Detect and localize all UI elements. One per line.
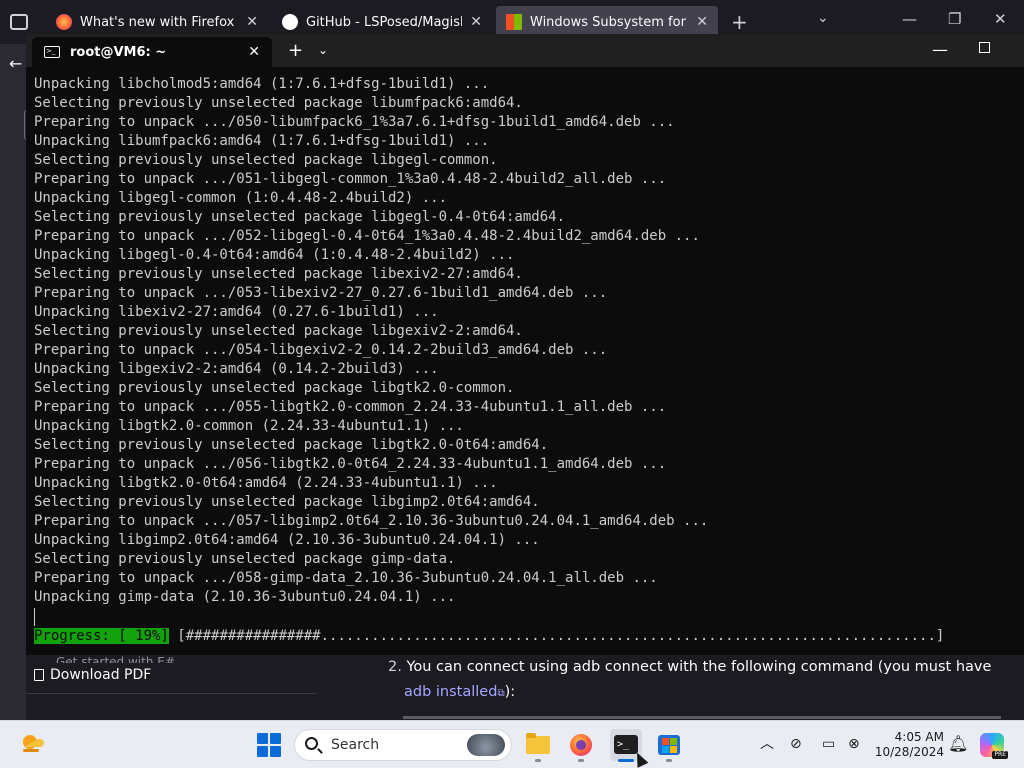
list-tabs-chevron-icon[interactable]: ⌄	[817, 10, 829, 26]
new-tab-icon[interactable]: +	[288, 40, 303, 61]
adb-installed-link[interactable]: adb installed	[404, 684, 497, 700]
maximize-icon[interactable]	[979, 42, 990, 53]
minimize-icon[interactable]: —	[902, 10, 917, 28]
terminal-line: Preparing to unpack .../053-libexiv2-27_…	[34, 285, 608, 301]
instruction-step: 2. You can connect using adb connect wit…	[388, 655, 1008, 706]
terminal-line: Selecting previously unselected package …	[34, 551, 456, 567]
terminal-line: Unpacking libgimp2.0t64:amd64 (2.10.36-3…	[34, 532, 540, 548]
microsoft-store-button[interactable]	[653, 729, 685, 762]
step-number: 2.	[388, 659, 402, 675]
weather-widget-icon[interactable]	[18, 731, 46, 757]
file-explorer-button[interactable]	[522, 729, 554, 762]
terminal-icon: >_	[44, 46, 60, 58]
show-hidden-icons-chevron-icon[interactable]: ︿	[760, 733, 774, 753]
terminal-line: Selecting previously unselected package …	[34, 209, 566, 225]
close-icon[interactable]: ✕	[696, 14, 708, 30]
volume-muted-icon[interactable]: ⊗	[848, 736, 860, 752]
external-link-icon: ⧉	[497, 688, 505, 699]
web-page-content: Get started with E# Download PDF 2. You …	[26, 655, 1024, 720]
terminal-window: >_ root@VM6: ~ ✕ + ⌄ — Unpacking libchol…	[26, 34, 1024, 655]
terminal-line: Preparing to unpack .../051-libgegl-comm…	[34, 171, 667, 187]
clock[interactable]: 4:05 AM 10/28/2024	[872, 730, 944, 760]
terminal-line: Selecting previously unselected package …	[34, 152, 498, 168]
search-box[interactable]: Search	[294, 729, 512, 761]
terminal-line: Selecting previously unselected package …	[34, 494, 540, 510]
terminal-line: Selecting previously unselected package …	[34, 95, 523, 111]
copilot-badge: PRE	[992, 751, 1008, 759]
terminal-output[interactable]: Unpacking libcholmod5:amd64 (1:7.6.1+dfs…	[34, 75, 1024, 653]
terminal-cursor	[34, 608, 35, 626]
terminal-line: Unpacking gimp-data (2.10.36-3ubuntu0.24…	[34, 589, 456, 605]
terminal-line: Unpacking libgtk2.0-0t64:amd64 (2.24.33-…	[34, 475, 498, 491]
terminal-line: Selecting previously unselected package …	[34, 437, 549, 453]
back-arrow-icon[interactable]: ←	[9, 54, 22, 73]
network-icon[interactable]: ▭	[822, 736, 835, 752]
copilot-icon[interactable]: PRE	[980, 733, 1008, 759]
clock-date: 10/28/2024	[874, 745, 944, 759]
taskbar: Search >_ ︿ ⊘ ▭ ⊗ 4:05 AM 10/28/2024 🔔︎ …	[0, 720, 1024, 768]
terminal-line: Selecting previously unselected package …	[34, 323, 523, 339]
pdf-icon	[34, 669, 44, 681]
terminal-line: Preparing to unpack .../055-libgtk2.0-co…	[34, 399, 667, 415]
terminal-line: Unpacking libgexiv2-2:amd64 (0.14.2-2bui…	[34, 361, 439, 377]
dropdown-chevron-icon[interactable]: ⌄	[318, 43, 328, 57]
terminal-icon: >_	[614, 735, 638, 754]
terminal-line: Unpacking libgegl-common (1:0.4.48-2.4bu…	[34, 190, 448, 206]
microsoft-icon	[506, 14, 522, 30]
terminal-line: Unpacking libumfpack6:amd64 (1:7.6.1+dfs…	[34, 133, 490, 149]
terminal-line: Preparing to unpack .../050-libumfpack6_…	[34, 114, 675, 130]
tab-title: GitHub - LSPosed/MagiskOnW	[306, 14, 462, 30]
desktop: What's new with Firefox ✕ GitHub - LSPos…	[0, 0, 1024, 768]
close-icon[interactable]: ✕	[246, 14, 258, 30]
clock-time: 4:05 AM	[894, 730, 944, 744]
tab-title: What's new with Firefox	[80, 14, 235, 30]
folder-icon	[526, 733, 550, 754]
code-block-scrollbar[interactable]	[403, 716, 1001, 719]
new-tab-icon[interactable]: +	[731, 10, 748, 34]
firefox-icon	[570, 734, 592, 756]
terminal-tab-bar: >_ root@VM6: ~ ✕ + ⌄ —	[26, 34, 1024, 67]
terminal-line: Preparing to unpack .../058-gimp-data_2.…	[34, 570, 658, 586]
progress-bar-text: [################.......................…	[177, 628, 945, 644]
terminal-line: Selecting previously unselected package …	[34, 380, 515, 396]
terminal-tab-title: root@VM6: ~	[70, 44, 167, 60]
step-tail: ):	[504, 684, 516, 700]
close-window-icon[interactable]: ✕	[994, 10, 1007, 28]
terminal-line: Unpacking libcholmod5:amd64 (1:7.6.1+dfs…	[34, 76, 490, 92]
terminal-line: Preparing to unpack .../052-libgegl-0.4-…	[34, 228, 700, 244]
terminal-tab[interactable]: >_ root@VM6: ~ ✕	[32, 37, 272, 67]
firefox-icon	[56, 14, 72, 30]
terminal-line: Selecting previously unselected package …	[34, 266, 523, 282]
apt-progress: Progress: [ 19%] [################......…	[34, 627, 944, 646]
close-icon[interactable]: ✕	[248, 44, 260, 60]
terminal-line: Unpacking libgegl-0.4-0t64:amd64 (1:0.4.…	[34, 247, 515, 263]
search-icon	[305, 737, 318, 750]
search-placeholder: Search	[331, 737, 380, 753]
firefox-button[interactable]	[565, 729, 597, 762]
terminal-line: Unpacking libexiv2-27:amd64 (0.27.6-1bui…	[34, 304, 439, 320]
search-highlight-image	[467, 734, 505, 756]
step-text: You can connect using adb connect with t…	[406, 659, 992, 675]
close-icon[interactable]: ✕	[470, 14, 482, 30]
start-button[interactable]	[257, 733, 281, 757]
download-pdf-label: Download PDF	[50, 667, 152, 683]
terminal-line: Preparing to unpack .../057-libgimp2.0t6…	[34, 513, 709, 529]
restore-icon[interactable]: ❐	[948, 10, 961, 28]
toc-link-get-started[interactable]: Get started with E#	[56, 655, 175, 663]
firefox-nav-strip: ←	[0, 44, 28, 720]
tab-title: Windows Subsystem for Andro	[530, 14, 688, 30]
vpn-off-icon[interactable]: ⊘	[790, 736, 802, 752]
terminal-line: Preparing to unpack .../054-libgexiv2-2_…	[34, 342, 608, 358]
progress-label: Progress: [ 19%]	[34, 628, 169, 644]
github-icon	[282, 14, 298, 30]
notification-bell-icon[interactable]: 🔔︎	[948, 734, 968, 753]
terminal-line: Unpacking libgtk2.0-common (2.24.33-4ubu…	[34, 418, 464, 434]
download-pdf-link[interactable]: Download PDF	[34, 667, 151, 683]
minimize-icon[interactable]: —	[932, 40, 948, 59]
divider	[26, 693, 316, 694]
terminal-line: Preparing to unpack .../056-libgtk2.0-0t…	[34, 456, 667, 472]
sidebar-toggle-icon[interactable]	[10, 14, 28, 30]
store-icon	[658, 735, 680, 755]
